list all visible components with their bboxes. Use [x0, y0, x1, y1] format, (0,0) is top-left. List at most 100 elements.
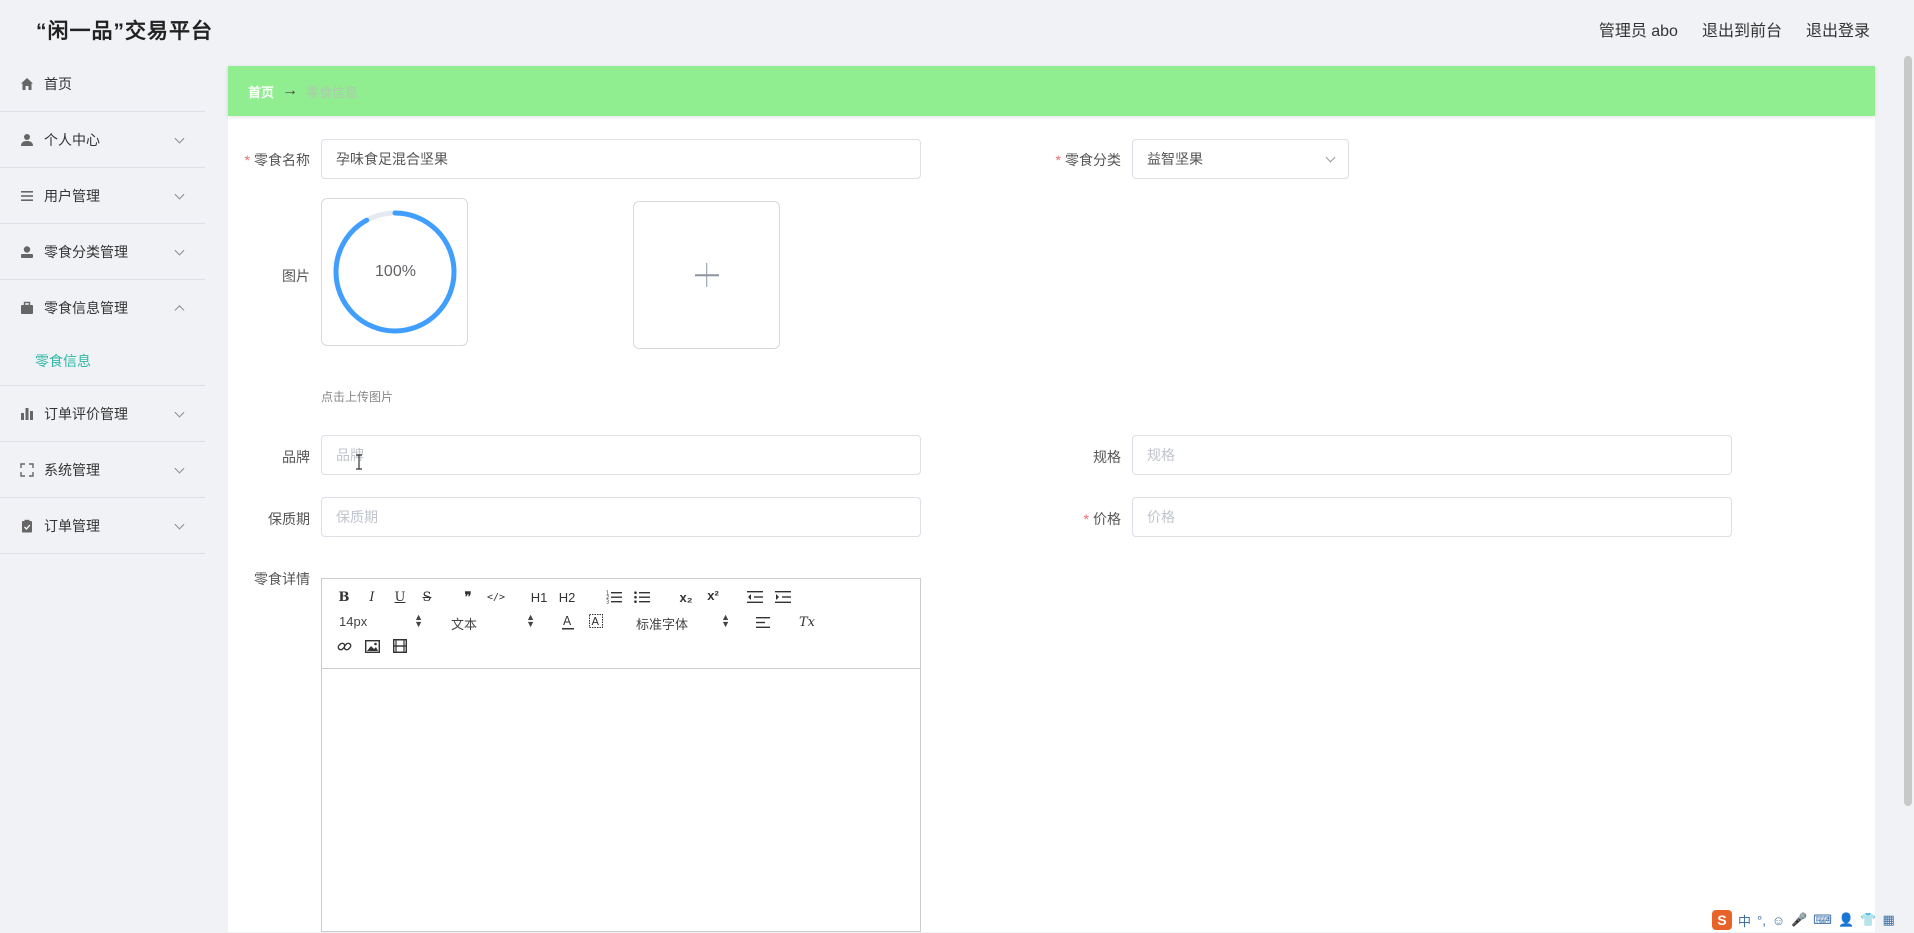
chevron-down-icon [1325, 152, 1336, 163]
sidebar-item-profile[interactable]: 个人中心 [0, 112, 205, 168]
select-caret-icon: ▲ ▼ [414, 612, 423, 629]
subscript-button[interactable]: x₂ [676, 589, 696, 605]
grid-icon[interactable]: ▦ [1882, 912, 1894, 928]
breadcrumb-arrow: → [282, 82, 299, 99]
home-icon [20, 77, 34, 91]
select-caret-icon: ▲ ▼ [526, 612, 535, 629]
user-icon [20, 133, 34, 147]
editor-toolbar: B I U S ❞ </> H1 H2 123 x₂ x² 14px ▲ ▼ 文… [322, 579, 920, 669]
shelf-life-input[interactable] [321, 497, 921, 537]
uploaded-image-thumbnail[interactable]: 100% [321, 198, 468, 346]
header-format-select[interactable]: 文本 ▲ ▼ [451, 612, 535, 633]
strike-button[interactable]: S [419, 589, 435, 605]
header-actions: 管理员 abo 退出到前台 退出登录 [1599, 17, 1870, 41]
spec-label: 规格 [1093, 449, 1121, 465]
ordered-list-icon[interactable]: 123 [605, 589, 623, 605]
chevron-down-icon [174, 245, 185, 256]
rich-text-editor: B I U S ❞ </> H1 H2 123 x₂ x² 14px ▲ ▼ 文… [321, 578, 921, 932]
image-icon[interactable] [364, 638, 380, 654]
price-label: * 价格 [1083, 511, 1121, 527]
breadcrumb: 首页 → 零食信息 [228, 66, 1875, 116]
sidebar-item-snack-category[interactable]: 零食分类管理 [0, 224, 205, 280]
chevron-down-icon [174, 407, 185, 418]
category-select[interactable]: 益智坚果 [1132, 139, 1349, 179]
ime-punctuation[interactable]: °, [1757, 913, 1766, 928]
underline-button[interactable]: U [392, 589, 408, 605]
ime-language[interactable]: 中 [1738, 911, 1751, 930]
skin-icon[interactable]: 👕 [1860, 912, 1876, 928]
svg-text:A: A [563, 614, 572, 628]
select-caret-icon: ▲ ▼ [721, 612, 730, 629]
upload-image-button[interactable] [633, 201, 780, 349]
keyboard-icon[interactable]: ⌨ [1813, 912, 1832, 928]
chevron-up-icon [174, 305, 185, 316]
spec-input[interactable] [1132, 435, 1732, 475]
text-color-icon[interactable]: A [560, 613, 576, 631]
sidebar-item-label: 个人中心 [44, 131, 100, 148]
sidebar-item-label: 订单管理 [44, 517, 100, 534]
sidebar-item-snack-info[interactable]: 零食信息管理 [0, 280, 205, 336]
category-label: * 零食分类 [1055, 152, 1121, 168]
brand-input[interactable] [321, 435, 921, 475]
clipboard-icon [20, 519, 34, 533]
background-color-icon[interactable]: A [588, 613, 604, 631]
bold-button[interactable]: B [336, 589, 352, 605]
blockquote-button[interactable]: ❞ [460, 589, 476, 605]
snack-name-input[interactable] [321, 139, 921, 179]
sidebar-item-label: 零食信息管理 [44, 300, 128, 316]
page-scrollbar[interactable] [1902, 56, 1914, 932]
breadcrumb-current: 零食信息 [306, 84, 359, 100]
clean-format-button[interactable]: Tx [798, 613, 816, 631]
superscript-button[interactable]: x² [703, 587, 723, 603]
sidebar-item-label: 订单评价管理 [44, 405, 128, 422]
fullscreen-icon [20, 462, 34, 477]
emoji-icon[interactable]: ☺ [1772, 913, 1785, 928]
sidebar-item-orders[interactable]: 订单管理 [0, 498, 205, 554]
submenu-item-snack-info[interactable]: 零食信息 [0, 336, 205, 386]
sogou-logo-icon[interactable]: S [1712, 910, 1732, 930]
chevron-down-icon [174, 189, 185, 200]
italic-button[interactable]: I [364, 589, 380, 605]
sidebar-item-label: 零食分类管理 [44, 243, 128, 260]
sidebar-item-label: 用户管理 [44, 187, 100, 204]
logout-link[interactable]: 退出登录 [1806, 17, 1870, 41]
user-icon[interactable]: 👤 [1838, 912, 1854, 928]
link-icon[interactable] [336, 638, 352, 654]
price-input[interactable] [1132, 497, 1732, 537]
chevron-down-icon [174, 133, 185, 144]
sidebar-item-order-review[interactable]: 订单评价管理 [0, 386, 205, 442]
sidebar: 首页 个人中心 用户管理 零食分类管理 零食信息管理 零食信息 订单评价管理 系… [0, 56, 205, 932]
ime-toolbar: S 中 °, ☺ 🎤 ⌨ 👤 👕 ▦ [1704, 908, 1914, 932]
sidebar-item-users[interactable]: 用户管理 [0, 168, 205, 224]
main-content: 首页 → 零食信息 *零食名称 *零食分类 益智坚果 图片 100% 点击上传图… [228, 66, 1875, 932]
font-family-select[interactable]: 标准字体 ▲ ▼ [636, 612, 730, 633]
sidebar-item-home[interactable]: 首页 [0, 56, 205, 112]
chevron-down-icon [174, 519, 185, 530]
scrollbar-thumb[interactable] [1904, 56, 1912, 806]
bar-chart-icon [20, 407, 34, 421]
svg-text:A: A [592, 615, 600, 628]
video-icon[interactable] [392, 638, 408, 654]
header-1-button[interactable]: H1 [529, 589, 549, 605]
align-left-icon[interactable] [755, 614, 771, 630]
app-title: “闲一品”交易平台 [36, 20, 213, 43]
briefcase-icon [20, 301, 34, 315]
detail-label: 零食详情 [254, 571, 310, 587]
sidebar-item-label: 系统管理 [44, 461, 100, 478]
breadcrumb-home[interactable]: 首页 [248, 82, 274, 101]
brand-label: 品牌 [282, 449, 310, 465]
microphone-icon[interactable]: 🎤 [1791, 912, 1807, 928]
indent-icon[interactable] [774, 589, 792, 605]
editor-content-area[interactable] [322, 669, 920, 933]
outdent-icon[interactable] [746, 589, 764, 605]
bullet-list-icon[interactable] [633, 589, 651, 605]
font-size-select[interactable]: 14px ▲ ▼ [339, 612, 423, 630]
user-solid-icon [20, 245, 34, 259]
list-icon [20, 189, 34, 203]
to-frontend-link[interactable]: 退出到前台 [1702, 17, 1782, 41]
chevron-down-icon [174, 463, 185, 474]
name-label: * 零食名称 [244, 152, 310, 168]
sidebar-item-system[interactable]: 系统管理 [0, 442, 205, 498]
header-2-button[interactable]: H2 [557, 589, 577, 605]
code-block-button[interactable]: </> [486, 589, 506, 605]
